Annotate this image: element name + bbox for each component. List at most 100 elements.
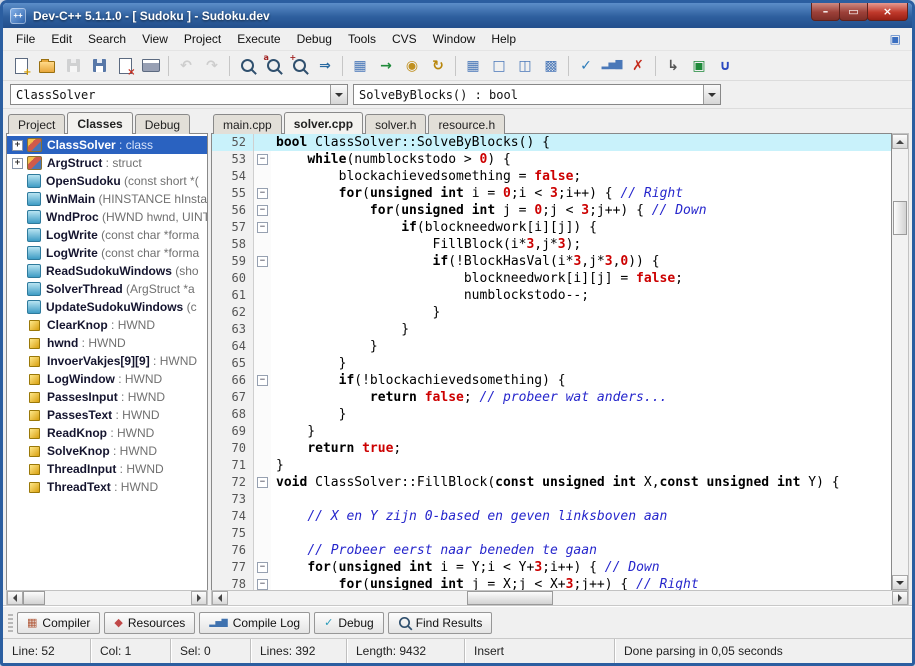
goto-bookmark-button[interactable]: ∪: [712, 54, 738, 78]
class-selector[interactable]: ClassSolver: [10, 84, 348, 105]
menu-tools[interactable]: Tools: [340, 29, 384, 49]
find-button[interactable]: [234, 54, 260, 78]
scroll-left-icon[interactable]: [212, 591, 228, 605]
dock-tab-find-results[interactable]: Find Results: [387, 611, 493, 634]
tree-item-wndproc[interactable]: WndProc (HWND hwnd, UINT: [7, 208, 207, 226]
insert-button[interactable]: ↳: [660, 54, 686, 78]
expand-icon[interactable]: +: [12, 157, 23, 169]
open-button[interactable]: [34, 54, 60, 78]
add-to-project-button[interactable]: ▦: [460, 54, 486, 78]
find-in-files-button[interactable]: +: [286, 53, 312, 78]
dock-tab-compile-log[interactable]: ▂▅▇ Compile Log: [199, 611, 311, 634]
expand-icon[interactable]: +: [12, 139, 23, 151]
code-text[interactable]: // Probeer eerst naar beneden te gaan: [271, 542, 891, 559]
tree-item-clearknop[interactable]: ClearKnop : HWND: [7, 316, 207, 334]
minimize-button[interactable]: –: [811, 3, 840, 21]
new-source-button[interactable]: +: [8, 54, 34, 78]
tree-item-passesinput[interactable]: PassesInput : HWND: [7, 388, 207, 406]
tree-item-hwnd[interactable]: hwnd : HWND: [7, 334, 207, 352]
file-tab-solver-cpp[interactable]: solver.cpp: [283, 112, 364, 134]
tab-debug[interactable]: Debug: [134, 114, 191, 134]
tab-project[interactable]: Project: [8, 114, 66, 134]
code-text[interactable]: if(!BlockHasVal(i*3,j*3,0)) {: [271, 253, 891, 270]
project-manager-button[interactable]: ▩: [538, 54, 564, 78]
dock-tab-compiler[interactable]: ▦ Compiler: [17, 611, 101, 634]
code-text[interactable]: FillBlock(i*3,j*3);: [271, 236, 891, 253]
code-text[interactable]: blockneedwork[i][j] = false;: [271, 270, 891, 287]
code-text[interactable]: }: [271, 355, 891, 372]
editor-vscroll-track[interactable]: [892, 149, 908, 575]
scroll-right-icon[interactable]: [892, 591, 908, 605]
project-options-button[interactable]: ◫: [512, 54, 538, 78]
code-text[interactable]: for(unsigned int j = 0;j < 3;j++) { // D…: [271, 202, 891, 219]
tree-item-invoervakjes-9-9[interactable]: InvoerVakjes[9][9] : HWND: [7, 352, 207, 370]
code-text[interactable]: for(unsigned int j = X;j < X+3;j++) { //…: [271, 576, 891, 590]
tree-item-logwindow[interactable]: LogWindow : HWND: [7, 370, 207, 388]
tree-item-solverthread[interactable]: SolverThread (ArgStruct *a: [7, 280, 207, 298]
editor-hscrollbar[interactable]: [211, 590, 909, 606]
scroll-up-icon[interactable]: [892, 134, 908, 149]
menu-cvs[interactable]: CVS: [384, 29, 425, 49]
tree-item-passestext[interactable]: PassesText : HWND: [7, 406, 207, 424]
tree-item-winmain[interactable]: WinMain (HINSTANCE hInsta: [7, 190, 207, 208]
mdi-child-icon[interactable]: ▣: [890, 32, 901, 46]
tree-item-readsudokuwindows[interactable]: ReadSudokuWindows (sho: [7, 262, 207, 280]
class-selector-dropdown-icon[interactable]: [330, 85, 347, 104]
left-panel-hscroll-thumb[interactable]: [23, 591, 45, 605]
code-text[interactable]: }: [271, 338, 891, 355]
member-selector[interactable]: SolveByBlocks() : bool: [353, 84, 721, 105]
close-file-button[interactable]: ×: [112, 54, 138, 78]
editor-vscrollbar[interactable]: [892, 133, 909, 591]
editor-vscroll-thumb[interactable]: [893, 201, 907, 235]
tree-item-threadtext[interactable]: ThreadText : HWND: [7, 478, 207, 496]
code-text[interactable]: [271, 525, 891, 542]
code-text[interactable]: // X en Y zijn 0-based en geven linksbov…: [271, 508, 891, 525]
maximize-button[interactable]: ▭: [839, 3, 868, 21]
scroll-down-icon[interactable]: [892, 575, 908, 590]
code-text[interactable]: }: [271, 457, 891, 474]
close-button[interactable]: ×: [867, 3, 908, 21]
fold-collapse-icon[interactable]: −: [257, 154, 268, 165]
code-text[interactable]: return true;: [271, 440, 891, 457]
fold-collapse-icon[interactable]: −: [257, 477, 268, 488]
menu-search[interactable]: Search: [80, 29, 134, 49]
file-tab-solver-h[interactable]: solver.h: [365, 114, 427, 134]
tree-item-updatesudokuwindows[interactable]: UpdateSudokuWindows (c: [7, 298, 207, 316]
code-text[interactable]: }: [271, 423, 891, 440]
left-panel-hscrollbar[interactable]: [6, 590, 208, 606]
replace-button[interactable]: a: [260, 53, 286, 78]
rebuild-button[interactable]: ↻: [425, 54, 451, 78]
code-text[interactable]: for(unsigned int i = Y;i < Y+3;i++) { //…: [271, 559, 891, 576]
print-button[interactable]: [138, 54, 164, 78]
compile-run-button[interactable]: ◉: [399, 54, 425, 78]
code-editor[interactable]: 52 bool ClassSolver::SolveByBlocks() {53−…: [211, 133, 892, 591]
run-button[interactable]: →: [373, 54, 399, 78]
file-tab-main-cpp[interactable]: main.cpp: [213, 114, 282, 134]
tree-item-logwrite[interactable]: LogWrite (const char *forma: [7, 244, 207, 262]
remove-from-project-button[interactable]: □: [486, 54, 512, 78]
code-text[interactable]: }: [271, 406, 891, 423]
left-panel-hscroll-track[interactable]: [23, 591, 191, 605]
dock-tab-debug[interactable]: ✓ Debug: [314, 611, 384, 634]
dock-tab-resources[interactable]: ◆ Resources: [104, 611, 196, 634]
menu-help[interactable]: Help: [483, 29, 524, 49]
tree-item-opensudoku[interactable]: OpenSudoku (const short *(: [7, 172, 207, 190]
menu-execute[interactable]: Execute: [229, 29, 288, 49]
file-tab-resource-h[interactable]: resource.h: [428, 114, 506, 134]
member-selector-dropdown-icon[interactable]: [703, 85, 720, 104]
code-text[interactable]: blockachievedsomething = false;: [271, 168, 891, 185]
code-text[interactable]: while(numblockstodo > 0) {: [271, 151, 891, 168]
fold-collapse-icon[interactable]: −: [257, 375, 268, 386]
code-text[interactable]: if(!blockachievedsomething) {: [271, 372, 891, 389]
goto-line-button[interactable]: ⇒: [312, 54, 338, 78]
toggle-bookmark-button[interactable]: ▣: [686, 54, 712, 78]
fold-collapse-icon[interactable]: −: [257, 256, 268, 267]
menu-project[interactable]: Project: [176, 29, 229, 49]
code-text[interactable]: return false; // probeer wat anders...: [271, 389, 891, 406]
tree-item-threadinput[interactable]: ThreadInput : HWND: [7, 460, 207, 478]
tree-item-solveknop[interactable]: SolveKnop : HWND: [7, 442, 207, 460]
dock-grip[interactable]: [8, 613, 13, 632]
code-text[interactable]: if(blockneedwork[i][j]) {: [271, 219, 891, 236]
code-text[interactable]: void ClassSolver::FillBlock(const unsign…: [271, 474, 891, 491]
menu-edit[interactable]: Edit: [43, 29, 80, 49]
